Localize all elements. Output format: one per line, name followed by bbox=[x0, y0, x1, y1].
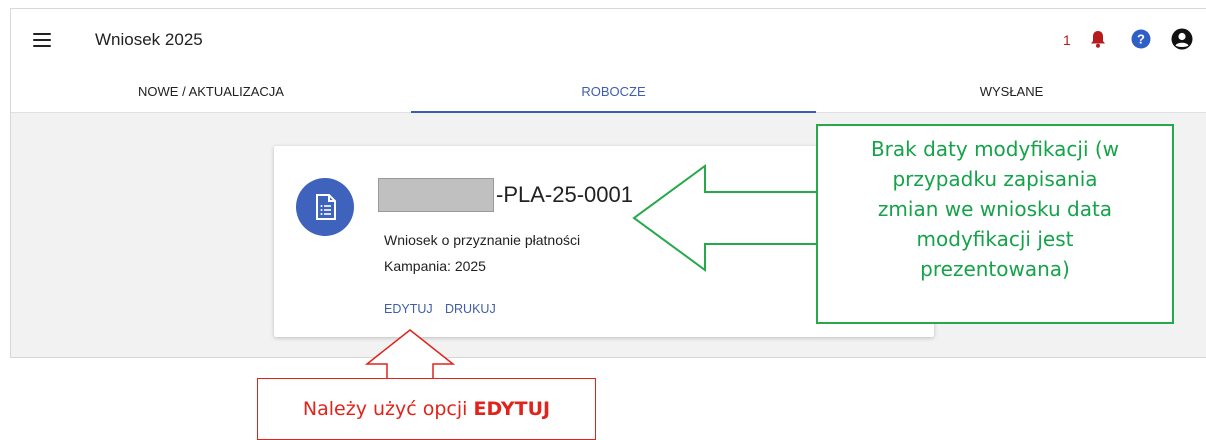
page-title: Wniosek 2025 bbox=[95, 30, 203, 49]
callout-text: Należy użyć opcji bbox=[302, 398, 474, 420]
document-icon bbox=[316, 194, 336, 220]
tab-bar: NOWE / AKTUALIZACJA ROBOCZE WYSŁANE bbox=[11, 71, 1206, 113]
notification-count: 1 bbox=[1063, 32, 1071, 48]
application-number: -PLA-25-0001 bbox=[378, 178, 633, 212]
callout-line: modyfikacji jest bbox=[916, 227, 1074, 251]
bell-icon[interactable] bbox=[1088, 29, 1108, 49]
application-number-suffix: -PLA-25-0001 bbox=[496, 182, 633, 207]
callout-line: przypadku zapisania bbox=[892, 167, 1098, 191]
avatar bbox=[296, 178, 354, 236]
menu-icon[interactable] bbox=[33, 33, 51, 47]
application-campaign: Kampania: 2025 bbox=[384, 258, 486, 274]
redacted-block bbox=[378, 178, 494, 212]
modification-date-callout: Brak daty modyfikacji (w przypadku zapis… bbox=[816, 124, 1174, 324]
application-description: Wniosek o przyznanie płatności bbox=[384, 232, 581, 248]
callout-line: prezentowana) bbox=[920, 257, 1070, 281]
help-icon[interactable]: ? bbox=[1131, 29, 1151, 49]
callout-emphasis: EDYTUJ bbox=[473, 398, 551, 420]
callout-line: Brak daty modyfikacji (w bbox=[870, 137, 1120, 161]
tab-robocze[interactable]: ROBOCZE bbox=[411, 71, 816, 113]
callout-line: zmian we wniosku data bbox=[877, 197, 1113, 221]
use-edit-callout: Należy użyć opcji EDYTUJ bbox=[257, 378, 596, 440]
tab-nowe-aktualizacja[interactable]: NOWE / AKTUALIZACJA bbox=[11, 71, 411, 113]
edit-button[interactable]: EDYTUJ bbox=[384, 302, 433, 316]
top-app-bar: Wniosek 2025 1 ? bbox=[11, 9, 1206, 71]
tab-wyslane[interactable]: WYSŁANE bbox=[816, 71, 1206, 113]
print-button[interactable]: DRUKUJ bbox=[445, 302, 496, 316]
user-icon[interactable] bbox=[1171, 28, 1193, 50]
svg-text:?: ? bbox=[1137, 32, 1145, 47]
